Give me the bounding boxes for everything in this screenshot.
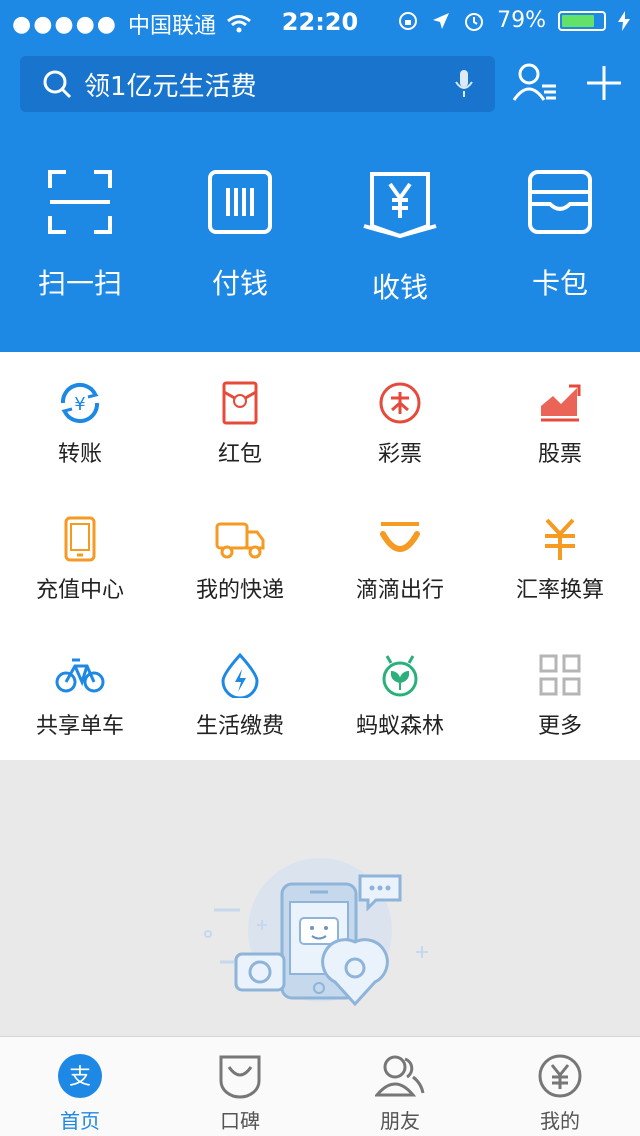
stock-icon <box>541 384 581 422</box>
quick-action-receive[interactable]: 收钱 <box>320 170 480 306</box>
grid-item-label: 充值中心 <box>35 578 124 603</box>
alipay-icon: 支 <box>58 1054 102 1098</box>
quick-actions: 扫一扫 付钱 收钱 卡包 <box>0 170 640 306</box>
grid-item-label: 蚂蚁森林 <box>355 714 444 739</box>
alarm-icon <box>465 12 484 31</box>
empty-state-illustration <box>204 858 428 1007</box>
tab-koubei[interactable]: 口碑 <box>160 1037 320 1136</box>
barcode-icon <box>208 170 272 234</box>
status-bar: ●●●●● 中国联通 22:20 79% <box>0 0 640 40</box>
utility-drop-icon <box>221 652 259 698</box>
contacts-icon[interactable] <box>512 62 558 104</box>
tab-home[interactable]: 支 首页 <box>0 1037 160 1136</box>
friends-icon <box>375 1055 425 1097</box>
tab-mine[interactable]: 我的 <box>480 1037 640 1136</box>
bike-icon <box>55 658 105 693</box>
service-grid: ¥ 转账 红包 彩票 股票 充值中心 我的快递 滴滴出行 汇率换算 共享单车 生… <box>0 352 640 760</box>
quick-action-label: 卡包 <box>531 267 588 300</box>
truck-icon <box>215 522 265 559</box>
quick-action-label: 扫一扫 <box>37 267 122 300</box>
grid-item-forest[interactable]: 蚂蚁森林 <box>320 624 480 760</box>
grid-item-label: 彩票 <box>377 442 422 467</box>
forest-icon <box>382 655 418 697</box>
lottery-icon <box>379 382 421 424</box>
rotation-lock-icon <box>399 11 418 30</box>
quick-action-wallet[interactable]: 卡包 <box>480 170 640 306</box>
battery-level-fill <box>562 14 594 27</box>
koubei-icon <box>219 1055 261 1099</box>
quick-action-label: 收钱 <box>371 271 428 304</box>
grid-item-bike[interactable]: 共享单车 <box>0 624 160 760</box>
grid-item-more[interactable]: 更多 <box>480 624 640 760</box>
tab-label: 首页 <box>60 1109 100 1133</box>
battery-percent: 79% <box>497 8 546 33</box>
add-plus-icon[interactable] <box>586 62 622 104</box>
grid-item-label: 生活缴费 <box>195 714 284 739</box>
grid-item-label: 更多 <box>537 714 582 739</box>
didi-icon <box>380 522 420 552</box>
my-yen-icon <box>538 1054 582 1098</box>
wallet-icon <box>528 170 592 234</box>
grid-item-express[interactable]: 我的快递 <box>160 488 320 624</box>
grid-item-label: 股票 <box>537 442 582 467</box>
red-envelope-icon <box>222 381 258 425</box>
tab-label: 我的 <box>540 1109 580 1133</box>
grid-item-lottery[interactable]: 彩票 <box>320 352 480 488</box>
grid-item-transfer[interactable]: ¥ 转账 <box>0 352 160 488</box>
grid-item-stock[interactable]: 股票 <box>480 352 640 488</box>
tab-label: 朋友 <box>380 1109 420 1133</box>
grid-item-label: 红包 <box>217 442 262 467</box>
grid-item-label: 我的快递 <box>195 578 284 603</box>
grid-item-label: 共享单车 <box>35 714 124 739</box>
grid-item-label: 转账 <box>57 442 102 467</box>
svg-text:支: 支 <box>69 1065 91 1090</box>
quick-action-pay[interactable]: 付钱 <box>160 170 320 306</box>
grid-item-utilities[interactable]: 生活缴费 <box>160 624 320 760</box>
search-bar[interactable]: 领1亿元生活费 <box>20 56 495 112</box>
grid-item-top-up[interactable]: 充值中心 <box>0 488 160 624</box>
more-grid-icon <box>539 654 581 696</box>
search-placeholder: 领1亿元生活费 <box>84 71 257 102</box>
phone-icon <box>64 516 96 562</box>
svg-text:¥: ¥ <box>74 394 85 415</box>
header-area: ●●●●● 中国联通 22:20 79% 领1亿元生活费 扫一扫 付钱 收钱 卡… <box>0 0 640 352</box>
grid-item-red-envelope[interactable]: 红包 <box>160 352 320 488</box>
grid-item-label: 滴滴出行 <box>355 578 444 603</box>
battery-icon <box>558 10 606 31</box>
receive-yen-icon <box>363 172 437 238</box>
scan-icon <box>48 170 112 234</box>
tab-friends[interactable]: 朋友 <box>320 1037 480 1136</box>
exchange-icon <box>545 518 575 560</box>
quick-action-scan[interactable]: 扫一扫 <box>0 170 160 306</box>
transfer-icon: ¥ <box>60 382 100 424</box>
search-icon <box>43 70 72 99</box>
quick-action-label: 付钱 <box>211 267 268 300</box>
grid-item-didi[interactable]: 滴滴出行 <box>320 488 480 624</box>
bottom-tab-bar: 支 首页 口碑 朋友 我的 <box>0 1036 640 1136</box>
microphone-icon[interactable] <box>455 70 473 98</box>
grid-item-exchange[interactable]: 汇率换算 <box>480 488 640 624</box>
location-arrow-icon <box>433 12 450 29</box>
grid-item-label: 汇率换算 <box>515 578 604 603</box>
charging-bolt-icon <box>618 10 630 31</box>
tab-label: 口碑 <box>220 1109 260 1133</box>
